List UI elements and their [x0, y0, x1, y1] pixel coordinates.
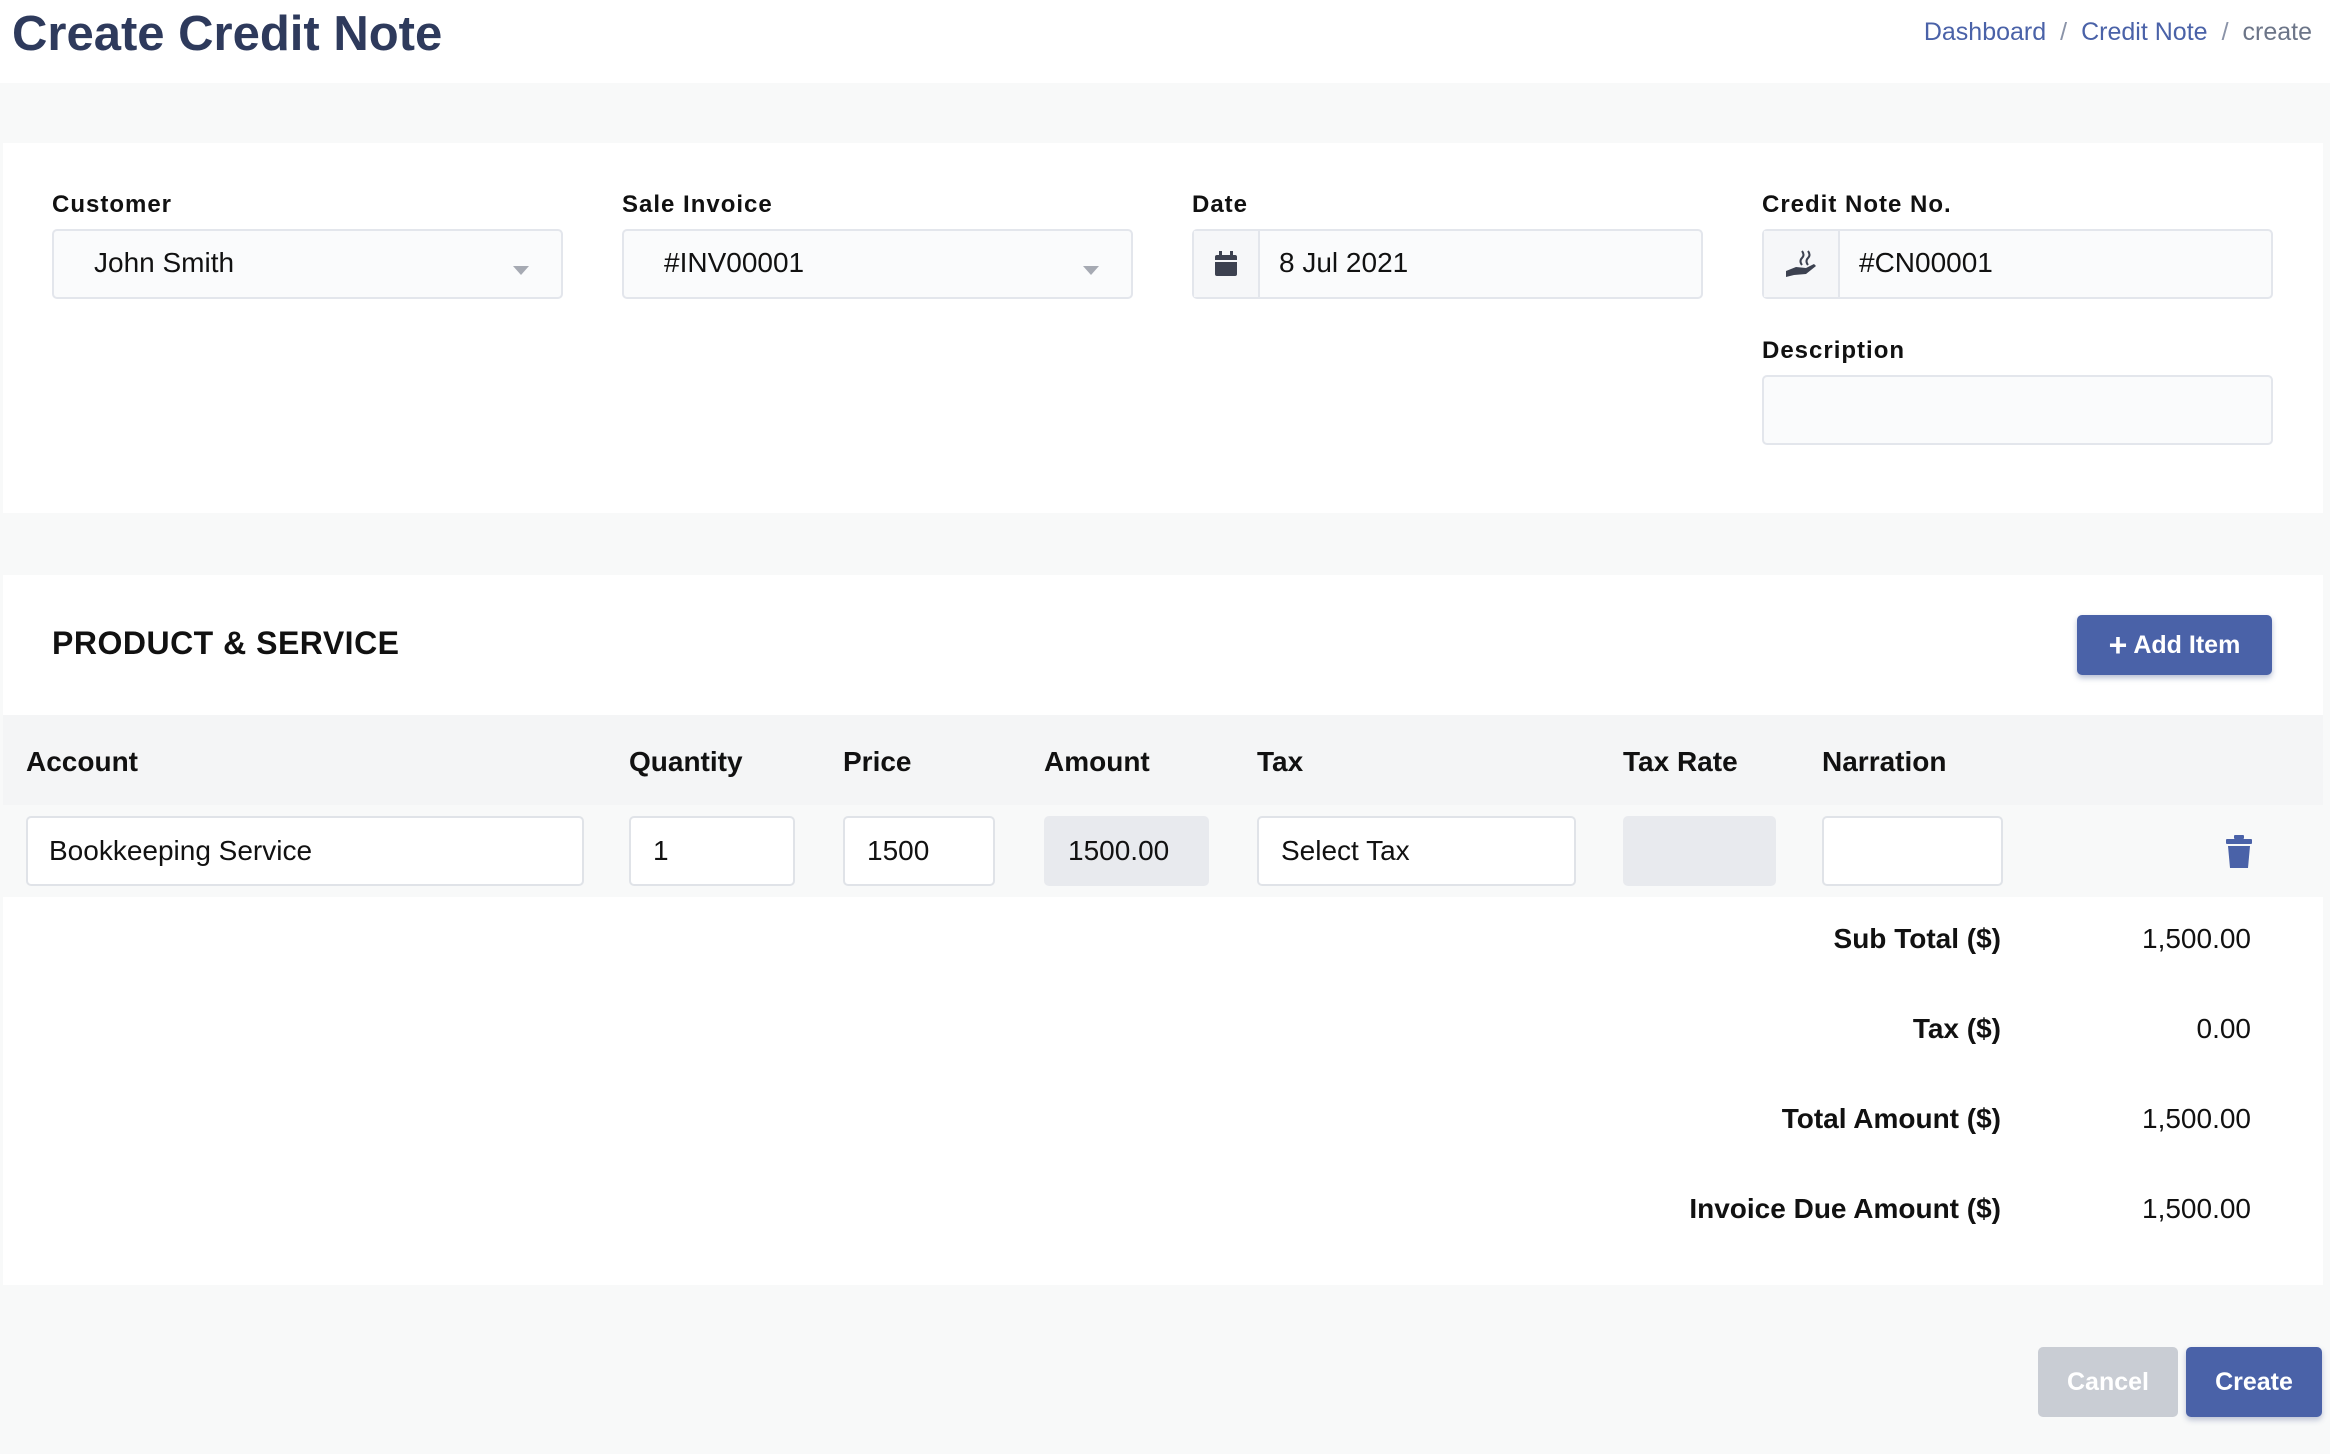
- description-label: Description: [1762, 337, 1906, 364]
- invoice-due-amount-value: 1,500.00: [2142, 1193, 2251, 1224]
- date-field[interactable]: 8 Jul 2021: [1192, 229, 1703, 299]
- column-header-tax: Tax: [1257, 746, 1304, 777]
- credit-note-no-value: #CN00001: [1859, 247, 1993, 278]
- breadcrumb-dashboard[interactable]: Dashboard: [1924, 18, 2046, 46]
- tax-select[interactable]: Select Tax: [1257, 816, 1576, 886]
- customer-value: John Smith: [94, 247, 235, 278]
- sale-invoice-value: #INV00001: [664, 247, 805, 278]
- breadcrumb-separator: /: [2221, 18, 2229, 46]
- date-label: Date: [1192, 191, 1249, 218]
- page-header: Create Credit Note Dashboard / Credit Note…: [0, 0, 2330, 83]
- column-header-quantity: Quantity: [629, 746, 743, 777]
- breadcrumb-credit-note[interactable]: Credit Note: [2081, 18, 2207, 46]
- tax-total-label: Tax ($): [1912, 1013, 2001, 1044]
- account-input[interactable]: Bookkeeping Service: [26, 816, 584, 886]
- price-value: 1500: [867, 835, 930, 866]
- cancel-button[interactable]: Cancel: [2038, 1347, 2178, 1417]
- date-addon: [1194, 231, 1260, 297]
- product-service-card: PRODUCT & SERVICE + Add Item Account Qua…: [3, 575, 2323, 1285]
- total-amount-value: 1,500.00: [2142, 1103, 2251, 1134]
- tax-rate-field: [1623, 816, 1776, 886]
- credit-note-no-field[interactable]: #CN00001: [1762, 229, 2273, 299]
- breadcrumb-separator: /: [2060, 18, 2068, 46]
- create-button[interactable]: Create: [2186, 1347, 2322, 1417]
- add-item-button[interactable]: + Add Item: [2077, 615, 2272, 675]
- date-value: 8 Jul 2021: [1279, 247, 1409, 278]
- section-title: PRODUCT & SERVICE: [52, 625, 400, 661]
- sale-invoice-select[interactable]: #INV00001: [622, 229, 1133, 299]
- credit-note-details-card: Customer John Smith Sale Invoice #INV000…: [3, 143, 2323, 513]
- invoice-due-amount-label: Invoice Due Amount ($): [1689, 1193, 2001, 1224]
- total-amount-label: Total Amount ($): [1781, 1103, 2001, 1134]
- tax-value: Select Tax: [1281, 835, 1410, 866]
- description-input[interactable]: [1762, 375, 2273, 445]
- breadcrumb-current: create: [2242, 18, 2312, 46]
- price-input[interactable]: 1500: [843, 816, 995, 886]
- narration-input[interactable]: [1822, 816, 2003, 886]
- customer-label: Customer: [52, 191, 173, 218]
- credit-note-no-addon: [1764, 231, 1840, 297]
- amount-field: 1500.00: [1044, 816, 1209, 886]
- column-header-amount: Amount: [1044, 746, 1150, 777]
- page-title: Create Credit Note: [12, 7, 443, 61]
- chevron-down-icon: [1083, 266, 1099, 275]
- column-header-price: Price: [843, 746, 912, 777]
- chevron-down-icon: [513, 266, 529, 275]
- calendar-icon: [1215, 251, 1237, 276]
- table-row: Bookkeeping Service 1 1500 1500.00 Selec…: [3, 805, 2323, 897]
- tax-total-value: 0.00: [2196, 1013, 2252, 1044]
- add-item-label: Add Item: [2133, 630, 2241, 659]
- amount-value: 1500.00: [1068, 835, 1170, 866]
- customer-select[interactable]: John Smith: [52, 229, 563, 299]
- credit-note-no-label: Credit Note No.: [1762, 191, 1952, 218]
- quantity-value: 1: [653, 835, 669, 866]
- column-header-tax-rate: Tax Rate: [1623, 746, 1738, 777]
- sub-total-label: Sub Total ($): [1833, 923, 2001, 954]
- breadcrumb: Dashboard / Credit Note / create: [1924, 16, 2312, 48]
- trash-icon[interactable]: [2225, 835, 2253, 869]
- column-header-narration: Narration: [1822, 746, 1947, 777]
- plus-icon: +: [2108, 627, 2128, 663]
- account-value: Bookkeeping Service: [49, 835, 313, 866]
- hand-holding-icon: [1786, 250, 1816, 277]
- sale-invoice-label: Sale Invoice: [622, 191, 773, 218]
- quantity-input[interactable]: 1: [629, 816, 795, 886]
- table-header: Account Quantity Price Amount Tax Tax Ra…: [3, 715, 2323, 805]
- sub-total-value: 1,500.00: [2142, 923, 2251, 954]
- column-header-account: Account: [26, 746, 138, 777]
